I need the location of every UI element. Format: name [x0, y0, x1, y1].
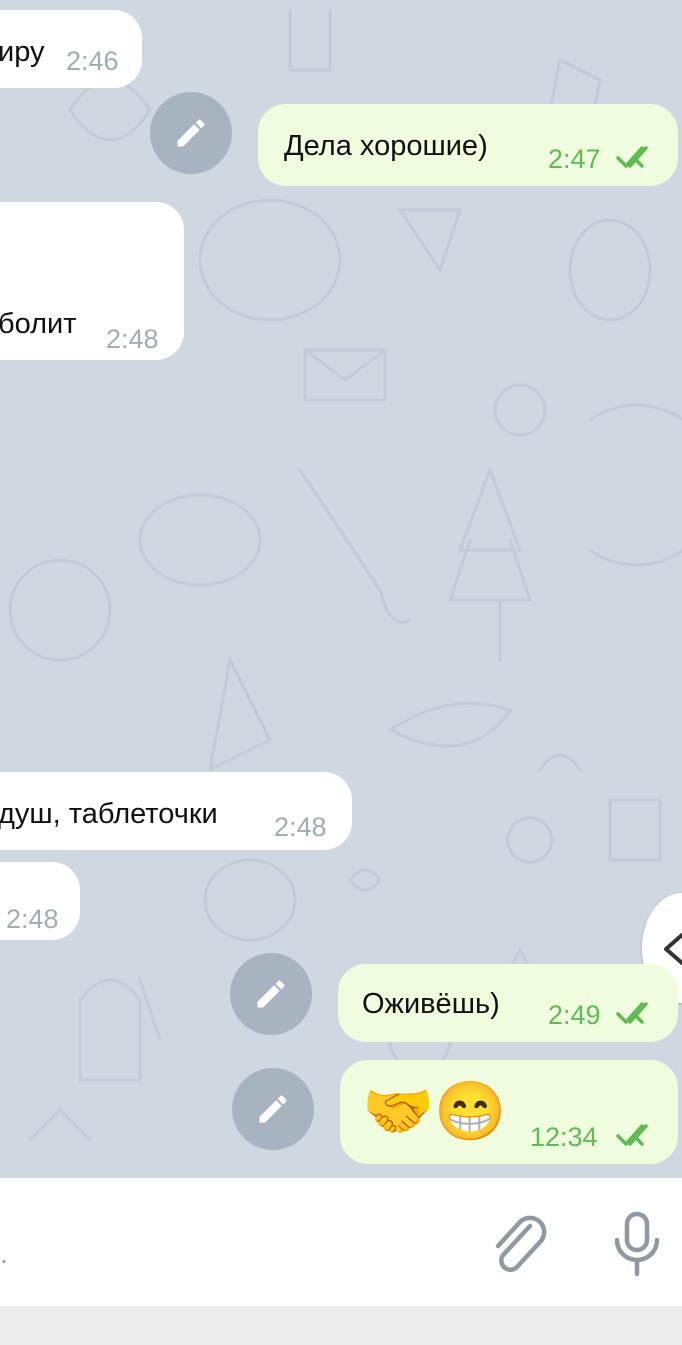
paperclip-icon[interactable]	[490, 1212, 550, 1278]
edit-message-button[interactable]	[232, 1068, 314, 1150]
message-text: иру	[0, 36, 45, 68]
message-time: 2:46	[66, 46, 119, 76]
double-check-icon	[616, 1002, 648, 1024]
double-check-icon	[616, 1124, 648, 1146]
message-time: 12:34	[530, 1122, 598, 1152]
message-time: 2:48	[106, 324, 159, 354]
chat-area[interactable]: иру 2:46 Дела хорошие) 2:47 болит 2:48 д…	[0, 0, 682, 1178]
edit-message-button[interactable]	[230, 953, 312, 1035]
pencil-icon	[257, 980, 285, 1008]
message-text: болит	[0, 308, 77, 340]
message-text: Оживёшь)	[362, 988, 500, 1020]
edit-message-button[interactable]	[150, 92, 232, 174]
message-incoming[interactable]: иру 2:46	[0, 10, 142, 88]
message-input[interactable]: .	[0, 1238, 8, 1270]
message-composer	[0, 1178, 682, 1306]
message-outgoing[interactable]: 🤝😁 12:34	[340, 1060, 678, 1164]
message-text: Дела хорошие)	[284, 130, 488, 162]
pencil-icon	[177, 119, 205, 147]
message-incoming[interactable]: болит 2:48	[0, 202, 184, 360]
pencil-icon	[259, 1095, 287, 1123]
message-outgoing[interactable]: Оживёшь) 2:49	[338, 964, 678, 1042]
message-text: душ, таблеточки	[0, 798, 218, 830]
chevron-left-icon	[664, 933, 682, 965]
message-incoming[interactable]: душ, таблеточки 2:48	[0, 772, 352, 850]
message-time: 2:48	[6, 904, 59, 934]
message-time: 2:47	[548, 144, 601, 174]
message-incoming[interactable]: 2:48	[0, 862, 80, 940]
microphone-icon[interactable]	[610, 1210, 664, 1280]
message-time: 2:49	[548, 1000, 601, 1030]
double-check-icon	[616, 146, 648, 168]
message-emoji: 🤝😁	[362, 1079, 507, 1144]
navigation-bar	[0, 1306, 682, 1345]
message-time: 2:48	[274, 812, 327, 842]
message-outgoing[interactable]: Дела хорошие) 2:47	[258, 104, 678, 186]
